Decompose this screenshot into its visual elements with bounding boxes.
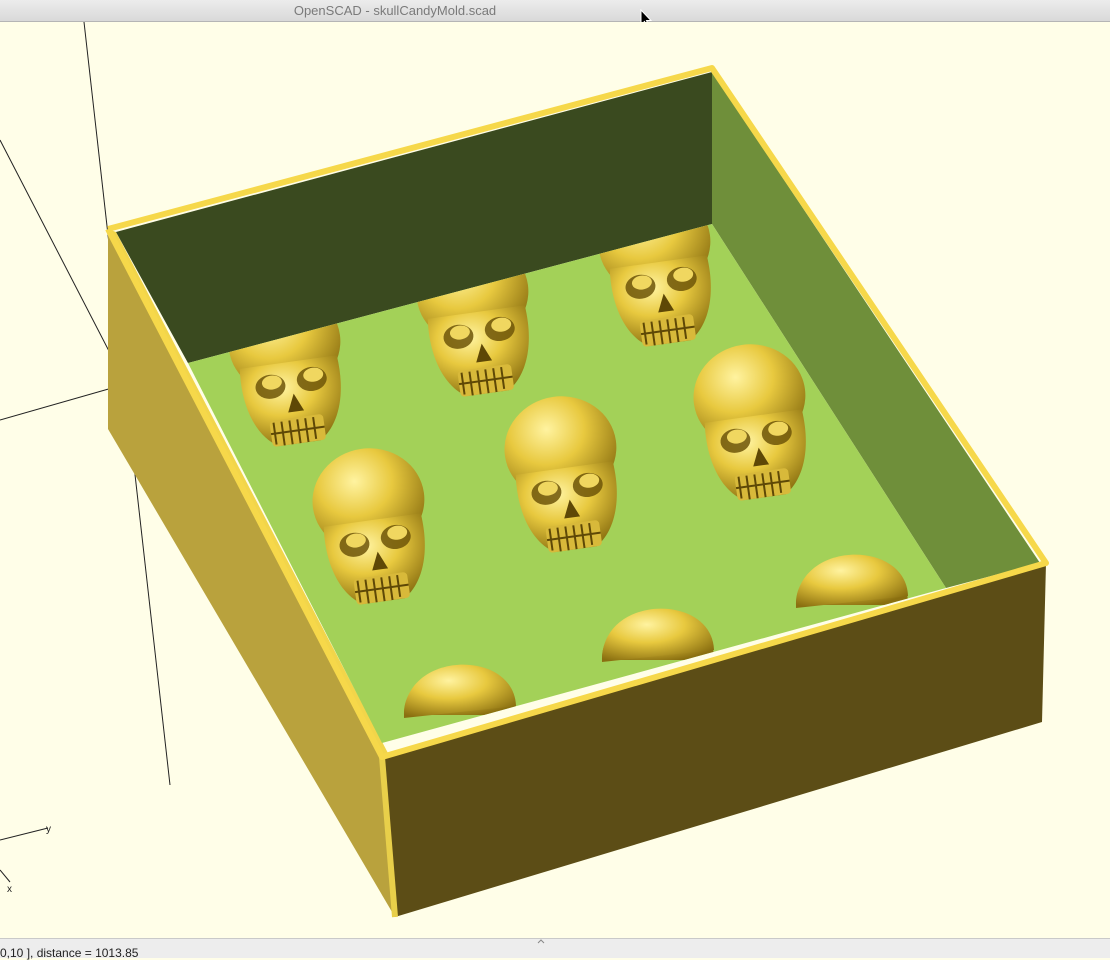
window-titlebar: OpenSCAD - skullCandyMold.scad (0, 0, 1110, 28)
3d-viewport[interactable]: y x (0, 22, 1110, 938)
axis-gizmo: y x (0, 824, 51, 895)
splitter-handle-icon[interactable] (537, 939, 545, 944)
status-bar: 0,10 ], distance = 1013.85 (0, 938, 1110, 960)
camera-status-text: 0,10 ], distance = 1013.85 (0, 946, 139, 960)
axis-gizmo-y-label: y (46, 824, 51, 835)
window-title: OpenSCAD - skullCandyMold.scad (293, 3, 497, 18)
axis-gizmo-x-label: x (7, 884, 12, 895)
model-render[interactable]: y x (0, 22, 1110, 938)
